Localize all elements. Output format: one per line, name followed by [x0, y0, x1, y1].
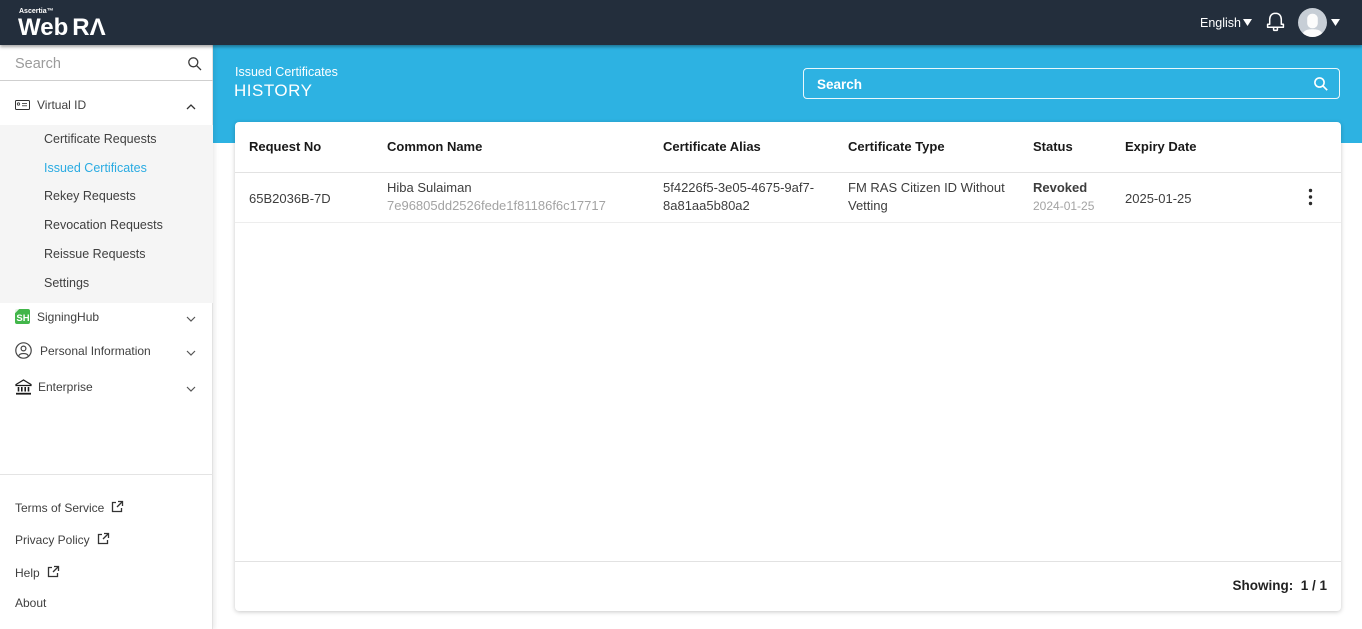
svg-text:SH: SH: [16, 313, 29, 324]
